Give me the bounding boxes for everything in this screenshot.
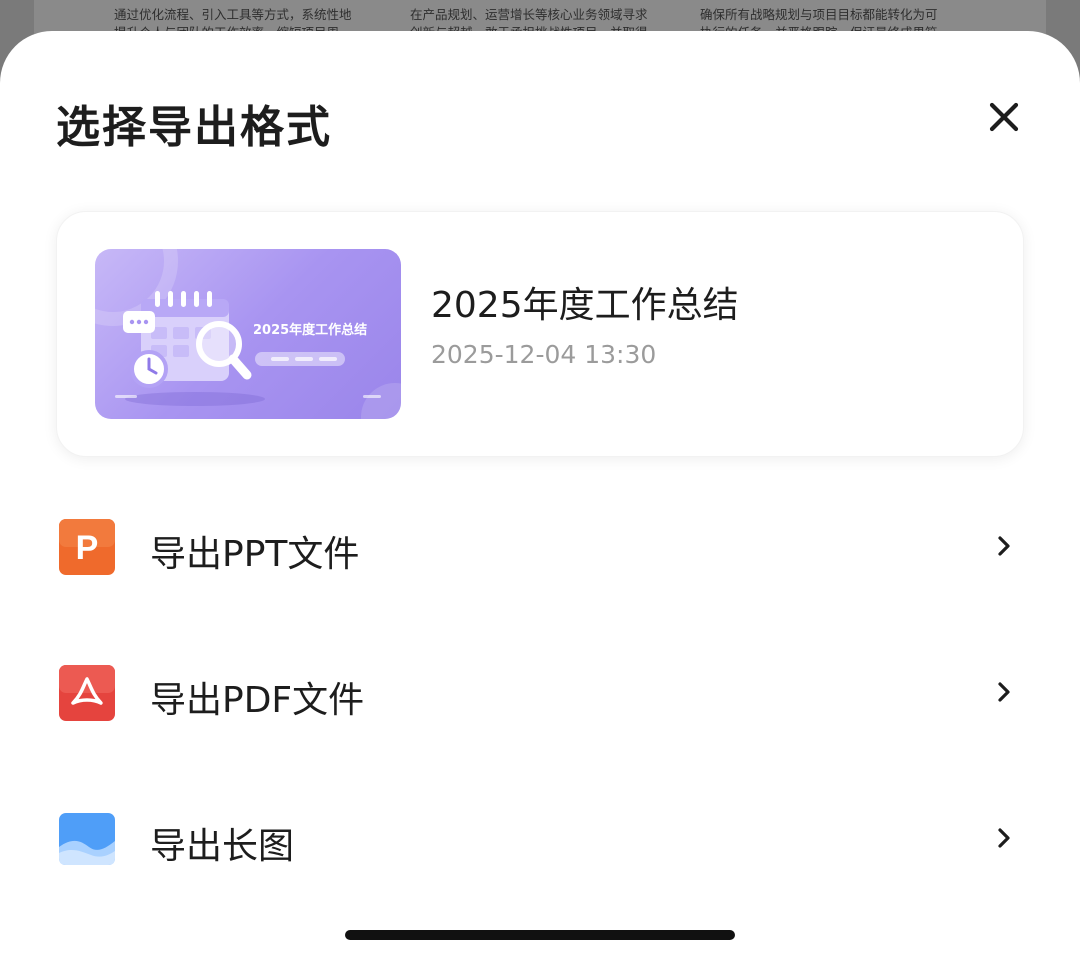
document-timestamp: 2025-12-04 13:30	[431, 340, 657, 369]
home-indicator	[345, 930, 735, 940]
sheet-title: 选择导出格式	[56, 102, 332, 153]
background-text-line: 通过优化流程、引入工具等方式，系统性地	[114, 7, 352, 22]
document-thumbnail: 2025年度工作总结	[95, 249, 401, 419]
export-format-sheet: 选择导出格式 2025年度工作总结 2025年度工作总结 2025-12-04 …	[0, 31, 1080, 964]
export-long-image-label: 导出长图	[150, 826, 295, 867]
pdf-file-icon	[59, 665, 115, 721]
document-name: 2025年度工作总结	[431, 285, 739, 326]
background-text-line: 在产品规划、运营增长等核心业务领域寻求	[410, 7, 648, 22]
background-text-line: 确保所有战略规划与项目目标都能转化为可	[700, 7, 938, 22]
close-icon	[989, 102, 1019, 132]
thumbnail-subtitle-bar	[255, 352, 345, 366]
close-button[interactable]	[976, 89, 1032, 145]
export-pdf-label: 导出PDF文件	[150, 680, 365, 721]
export-ppt-option[interactable]: P 导出PPT文件	[0, 492, 1080, 602]
ppt-file-icon: P	[59, 519, 115, 575]
chevron-right-icon	[998, 536, 1010, 556]
export-ppt-label: 导出PPT文件	[150, 534, 360, 575]
document-card: 2025年度工作总结 2025年度工作总结 2025-12-04 13:30	[56, 211, 1024, 457]
thumbnail-title: 2025年度工作总结	[253, 323, 368, 338]
chevron-right-icon	[998, 828, 1010, 848]
image-icon	[59, 813, 115, 865]
chevron-right-icon	[998, 682, 1010, 702]
svg-text:P: P	[76, 529, 99, 567]
export-pdf-option[interactable]: 导出PDF文件	[0, 638, 1080, 748]
export-long-image-option[interactable]: 导出长图	[0, 784, 1080, 894]
